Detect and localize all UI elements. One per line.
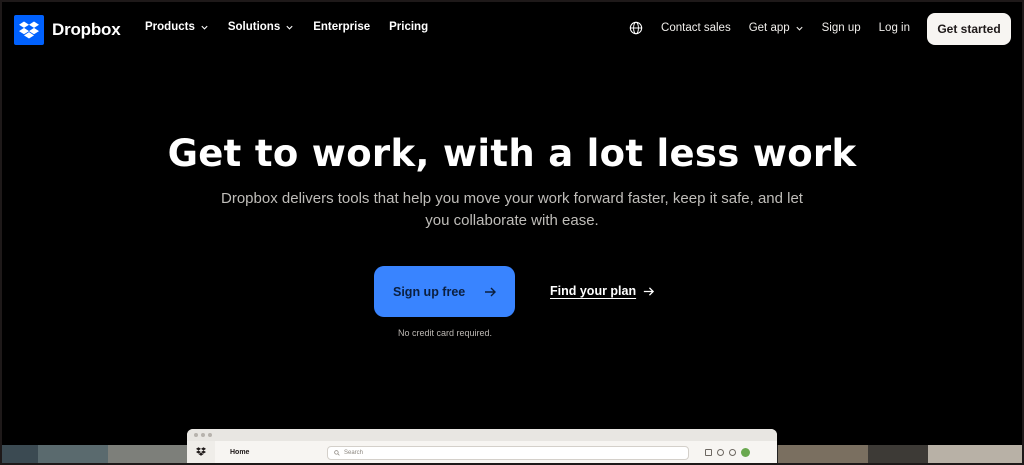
nav-pricing[interactable]: Pricing	[389, 21, 428, 33]
dropbox-logo-icon	[14, 15, 44, 45]
nav-solutions[interactable]: Solutions	[228, 21, 294, 33]
photo-tile	[868, 445, 928, 463]
secondary-nav: Contact sales Get app Sign up Log in	[629, 21, 910, 35]
nav-products[interactable]: Products	[145, 21, 209, 33]
app-titlebar	[187, 429, 777, 441]
avatar	[741, 448, 750, 457]
app-body: Home Search	[187, 441, 777, 463]
log-in-label: Log in	[878, 22, 910, 34]
find-your-plan-link[interactable]: Find your plan	[550, 284, 655, 298]
nav-solutions-label: Solutions	[227, 21, 281, 33]
window-dot	[201, 433, 205, 437]
sign-up-link[interactable]: Sign up	[822, 22, 861, 34]
primary-nav: Products Solutions Enterprise Pricing	[145, 21, 428, 33]
hero-subtitle: Dropbox delivers tools that help you mov…	[221, 190, 803, 229]
contact-sales-link[interactable]: Contact sales	[661, 22, 731, 34]
window-dot	[194, 433, 198, 437]
nav-enterprise-label: Enterprise	[313, 21, 371, 33]
dropbox-logo-icon	[196, 447, 206, 456]
apps-grid-icon	[705, 449, 712, 456]
contact-sales-label: Contact sales	[661, 22, 731, 34]
nav-enterprise[interactable]: Enterprise	[313, 21, 370, 33]
sign-up-free-button[interactable]: Sign up free	[374, 266, 515, 317]
chevron-down-icon	[201, 25, 208, 30]
nav-products-label: Products	[145, 21, 195, 33]
find-your-plan-label: Find your plan	[550, 284, 637, 298]
get-app-menu[interactable]: Get app	[749, 22, 804, 34]
app-home-label: Home	[230, 449, 250, 456]
app-preview-window: Home Search	[187, 429, 777, 463]
hero-title: Get to work, with a lot less work	[167, 132, 857, 175]
photo-tile	[2, 445, 38, 463]
get-started-button[interactable]: Get started	[927, 13, 1011, 45]
photo-tile	[108, 445, 188, 463]
photo-tile	[928, 445, 1022, 463]
window-dot	[208, 433, 212, 437]
search-icon	[334, 450, 340, 456]
app-search-placeholder: Search	[344, 450, 364, 456]
log-in-link[interactable]: Log in	[879, 22, 910, 34]
help-icon	[717, 449, 724, 456]
get-app-label: Get app	[748, 22, 790, 34]
nav-pricing-label: Pricing	[389, 21, 429, 33]
brand-name: Dropbox	[52, 20, 121, 39]
arrow-right-icon	[643, 286, 655, 296]
globe-icon[interactable]	[629, 21, 643, 35]
app-toolbar-icons	[705, 448, 750, 457]
sign-up-label: Sign up	[821, 22, 861, 34]
app-search-input: Search	[327, 446, 689, 460]
no-credit-card-note: No credit card required.	[397, 328, 493, 338]
logo[interactable]: Dropbox	[14, 15, 121, 45]
chevron-down-icon	[286, 25, 293, 30]
arrow-right-icon	[485, 287, 496, 296]
app-sidebar	[187, 441, 215, 463]
bell-icon	[729, 449, 736, 456]
page: Dropbox Products Solutions Enterprise Pr…	[2, 2, 1022, 463]
sign-up-free-label: Sign up free	[393, 284, 466, 299]
photo-tile	[778, 445, 868, 463]
chevron-down-icon	[796, 26, 803, 31]
top-nav: Dropbox Products Solutions Enterprise Pr…	[2, 2, 1022, 58]
photo-tile	[38, 445, 108, 463]
